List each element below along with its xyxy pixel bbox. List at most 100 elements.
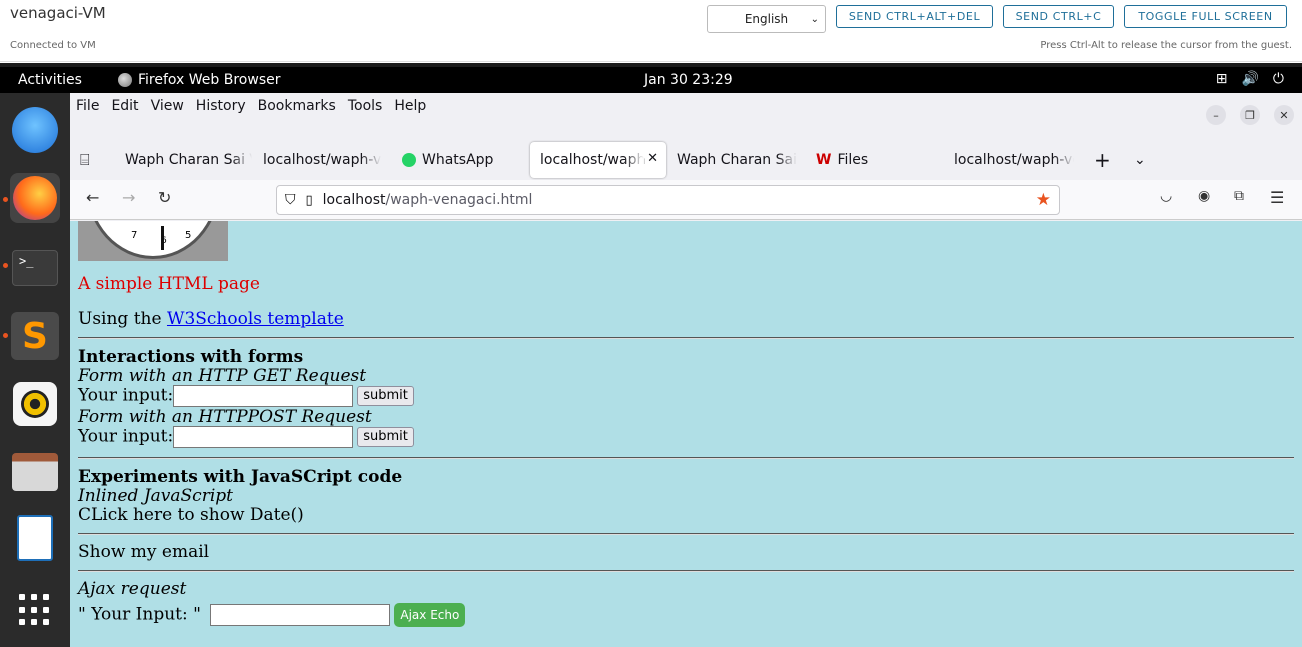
- whatsapp-icon: [402, 153, 416, 167]
- get-submit-button[interactable]: submit: [357, 386, 414, 406]
- maximize-icon[interactable]: ❐: [1240, 105, 1260, 125]
- new-tab-icon[interactable]: +: [1094, 142, 1110, 178]
- get-form-label: Form with an HTTP GET Request: [78, 366, 367, 386]
- inline-js-label: Inlined JavaScript: [78, 486, 233, 506]
- send-ctrl-alt-del-button[interactable]: SEND CTRL+ALT+DEL: [836, 5, 993, 28]
- menu-tools[interactable]: Tools: [342, 93, 389, 123]
- files-icon: [12, 453, 58, 491]
- post-submit-button[interactable]: submit: [357, 427, 414, 447]
- clock-image: 7 6 5: [78, 221, 228, 261]
- vm-header: venagaci-VM Connected to VM English ⌄ SE…: [0, 0, 1302, 62]
- guest-screen[interactable]: Activities Firefox Web Browser Jan 30 23…: [0, 63, 1302, 647]
- divider: [78, 337, 1294, 339]
- get-form: Your input: submit: [78, 385, 414, 407]
- show-apps-button[interactable]: [10, 585, 60, 635]
- send-ctrl-c-button[interactable]: SEND CTRL+C: [1003, 5, 1114, 28]
- dock-firefox[interactable]: [10, 173, 60, 223]
- dock-terminal[interactable]: >_: [10, 243, 60, 293]
- system-tray[interactable]: ⊞ 🔊 ⏻: [1216, 71, 1284, 87]
- tab-5[interactable]: Waph Charan Sai V: [677, 142, 797, 178]
- ajax-input-field[interactable]: [210, 604, 391, 626]
- get-input-field[interactable]: [173, 385, 354, 407]
- forward-icon[interactable]: →: [122, 188, 135, 207]
- hamburger-menu-icon[interactable]: ☰: [1270, 188, 1284, 207]
- url-host: localhost: [322, 192, 386, 208]
- shield-icon: ⛉: [285, 192, 296, 208]
- reload-icon[interactable]: ↻: [158, 188, 171, 207]
- tab-label: Files: [837, 152, 869, 168]
- clock[interactable]: Jan 30 23:29: [644, 72, 733, 88]
- gnome-top-bar: Activities Firefox Web Browser Jan 30 23…: [0, 67, 1302, 93]
- show-date-text[interactable]: CLick here to show Date(): [78, 505, 304, 525]
- menu-bookmarks[interactable]: Bookmarks: [252, 93, 342, 123]
- minimize-icon[interactable]: –: [1206, 105, 1226, 125]
- terminal-icon: >_: [12, 250, 58, 286]
- js-heading: Experiments with JavaSCript code: [78, 467, 403, 487]
- account-icon[interactable]: ◉: [1198, 188, 1210, 204]
- toggle-fullscreen-button[interactable]: TOGGLE FULL SCREEN: [1124, 5, 1287, 28]
- post-input-field[interactable]: [173, 426, 354, 448]
- post-form-label: Form with an HTTPPOST Request: [78, 407, 372, 427]
- firefox-window: File Edit View History Bookmarks Tools H…: [70, 93, 1302, 647]
- url-path: /waph-venagaci.html: [385, 192, 533, 208]
- page-title: A simple HTML page: [78, 274, 260, 294]
- language-select[interactable]: English ⌄: [707, 5, 826, 33]
- extensions-icon[interactable]: ⧉: [1234, 188, 1244, 204]
- writer-icon: [17, 515, 53, 561]
- post-form: Your input: submit: [78, 426, 414, 448]
- url-bar[interactable]: ⛉ ▯ localhost/waph-venagaci.html ★: [276, 185, 1060, 215]
- dock-files[interactable]: [10, 447, 60, 497]
- dock-thunderbird[interactable]: [10, 105, 60, 155]
- rhythmbox-icon: [13, 382, 57, 426]
- menu-help[interactable]: Help: [388, 93, 432, 123]
- tab-active[interactable]: localhost/waph ✕: [530, 142, 666, 178]
- firefox-view-icon[interactable]: ⌸: [80, 142, 110, 178]
- menu-edit[interactable]: Edit: [105, 93, 144, 123]
- sublime-text-icon: S: [11, 312, 59, 360]
- ajax-echo-button[interactable]: Ajax Echo: [394, 603, 466, 627]
- show-email-text[interactable]: Show my email: [78, 542, 209, 562]
- tab-files[interactable]: W Files: [816, 142, 936, 178]
- vm-status: Connected to VM: [10, 40, 96, 51]
- app-menu[interactable]: Firefox Web Browser: [118, 72, 281, 88]
- vm-title: venagaci-VM: [10, 4, 106, 22]
- dock: >_ S: [0, 93, 70, 647]
- vm-hint: Press Ctrl-Alt to release the cursor fro…: [1040, 40, 1292, 51]
- dock-sublime[interactable]: S: [10, 311, 60, 361]
- tab-strip: ⌸ Waph Charan Sai V localhost/waph-ve Wh…: [70, 139, 1302, 179]
- running-indicator: [3, 263, 8, 268]
- divider: [78, 533, 1294, 535]
- menu-history[interactable]: History: [190, 93, 252, 123]
- close-window-icon[interactable]: ✕: [1274, 105, 1294, 125]
- divider: [78, 570, 1294, 572]
- tab-2[interactable]: localhost/waph-ve: [263, 142, 381, 178]
- activities-button[interactable]: Activities: [18, 72, 82, 88]
- running-indicator: [3, 197, 8, 202]
- divider: [78, 457, 1294, 459]
- page-content: 7 6 5 A simple HTML page Using the W3Sch…: [70, 221, 1302, 647]
- tab-list-chevron-icon[interactable]: ⌄: [1134, 142, 1150, 178]
- menu-file[interactable]: File: [70, 93, 105, 123]
- tab-1[interactable]: Waph Charan Sai V: [125, 142, 252, 178]
- volume-icon: 🔊: [1241, 71, 1259, 87]
- menu-view[interactable]: View: [145, 93, 190, 123]
- close-tab-icon[interactable]: ✕: [647, 151, 658, 166]
- pocket-icon[interactable]: ◡: [1160, 188, 1172, 204]
- input-label: Your input:: [78, 385, 174, 406]
- clock-hand: [161, 226, 164, 250]
- tab-7[interactable]: localhost/waph-ve: [954, 142, 1074, 178]
- language-value: English: [744, 12, 789, 26]
- ajax-input-label: " Your Input: ": [78, 604, 201, 625]
- nav-bar: ← → ↻ ⛉ ▯ localhost/waph-venagaci.html ★…: [70, 180, 1302, 220]
- w3schools-link[interactable]: W3Schools template: [167, 309, 344, 329]
- firefox-small-icon: [118, 73, 132, 87]
- dock-writer[interactable]: [10, 513, 60, 563]
- bookmark-star-icon[interactable]: ★: [1036, 190, 1051, 210]
- dock-rhythmbox[interactable]: [10, 379, 60, 429]
- apps-grid-icon: [19, 594, 51, 626]
- input-label: Your input:: [78, 426, 174, 447]
- tab-whatsapp[interactable]: WhatsApp: [402, 142, 532, 178]
- power-icon: ⏻: [1272, 71, 1284, 87]
- back-icon[interactable]: ←: [86, 188, 99, 207]
- ajax-form: " Your Input: " Ajax Echo: [78, 603, 466, 627]
